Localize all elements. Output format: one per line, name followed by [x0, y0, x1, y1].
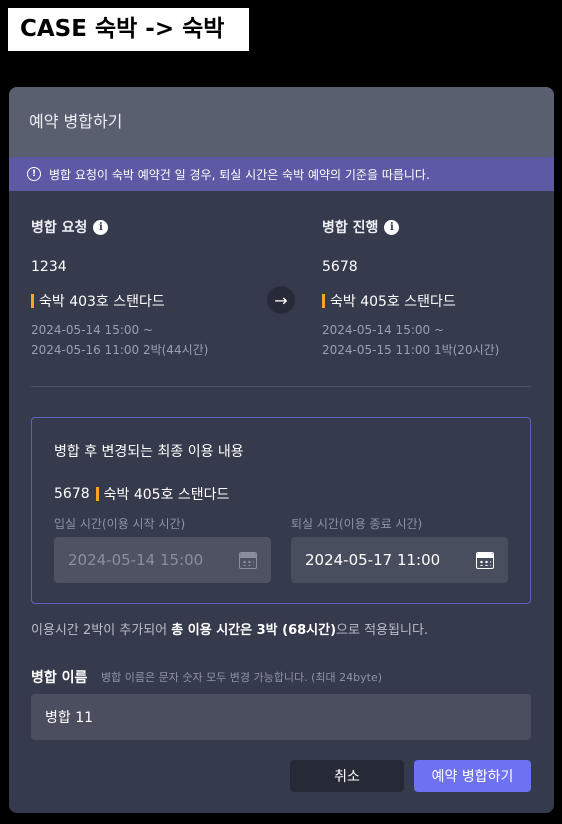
request-section-title: 병합 요청 i: [31, 217, 109, 237]
request-title-text: 병합 요청: [31, 220, 88, 236]
checkin-label: 입실 시간(이용 시작 시간): [54, 517, 186, 531]
notice-text: 병합 요청이 숙박 예약건 일 경우, 퇴실 시간은 숙박 예약의 기준을 따릅…: [49, 167, 430, 182]
divider: [31, 386, 531, 387]
info-icon[interactable]: i: [384, 219, 400, 235]
final-usage-box: 병합 후 변경되는 최종 이용 내용 5678 숙박 405호 스탠다드 입실 …: [31, 417, 531, 604]
request-dates: 2024-05-14 15:00 ~ 2024-05-16 11:00 2박(4…: [31, 320, 208, 360]
progress-section-title: 병합 진행 i: [322, 217, 400, 237]
summary-suffix: 으로 적용됩니다.: [336, 623, 429, 638]
checkout-date-field[interactable]: 2024-05-17 11:00: [291, 537, 508, 583]
progress-room: 숙박 405호 스탠다드: [322, 291, 456, 311]
progress-room-text: 숙박 405호 스탠다드: [330, 294, 456, 310]
modal-title: 예약 병합하기: [9, 87, 554, 157]
progress-date-end: 2024-05-15 11:00 1박(20시간): [322, 343, 500, 357]
merge-name-hint: 병합 이름은 문자 숫자 모두 변경 가능합니다. (최대 24byte): [101, 671, 383, 684]
progress-dates: 2024-05-14 15:00 ~ 2024-05-15 11:00 1박(2…: [322, 320, 499, 360]
request-room: 숙박 403호 스탠다드: [31, 291, 165, 311]
calendar-icon[interactable]: [476, 551, 494, 569]
checkout-label: 퇴실 시간(이용 종료 시간): [291, 517, 423, 531]
final-usage-title: 병합 후 변경되는 최종 이용 내용: [54, 444, 244, 460]
request-number: 1234: [31, 259, 67, 275]
room-marker: [31, 294, 34, 308]
request-date-end: 2024-05-16 11:00 2박(44시간): [31, 343, 209, 357]
merge-name-input[interactable]: [31, 694, 531, 740]
checkin-date-value: 2024-05-14 15:00: [68, 551, 204, 569]
room-marker: [322, 294, 325, 308]
request-room-text: 숙박 403호 스탠다드: [39, 294, 165, 310]
summary-total: 총 이용 시간은 3박 (68시간): [171, 623, 337, 638]
progress-number: 5678: [322, 259, 358, 275]
checkout-date-value: 2024-05-17 11:00: [305, 551, 441, 569]
merge-reservation-modal: 예약 병합하기 ! 병합 요청이 숙박 예약건 일 경우, 퇴실 시간은 숙박 …: [9, 87, 554, 813]
final-room: 5678 숙박 405호 스탠다드: [54, 484, 229, 504]
merge-reservation-button[interactable]: 예약 병합하기: [414, 760, 531, 792]
progress-title-text: 병합 진행: [322, 220, 379, 236]
merge-name-label: 병합 이름: [31, 670, 88, 686]
final-room-text: 숙박 405호 스탠다드: [103, 487, 230, 503]
request-date-start: 2024-05-14 15:00 ~: [31, 323, 154, 337]
notice-banner: ! 병합 요청이 숙박 예약건 일 경우, 퇴실 시간은 숙박 예약의 기준을 …: [9, 157, 554, 191]
summary-prefix: 이용시간 2박이 추가되어: [31, 623, 172, 638]
case-label: CASE 숙박 -> 숙박: [8, 8, 249, 51]
checkin-date-field: 2024-05-14 15:00: [54, 537, 271, 583]
progress-date-start: 2024-05-14 15:00 ~: [322, 323, 445, 337]
cancel-button[interactable]: 취소: [290, 760, 404, 792]
info-icon[interactable]: i: [93, 219, 109, 235]
final-number: 5678: [54, 486, 90, 502]
calendar-icon: [239, 551, 257, 569]
exclamation-icon: !: [27, 167, 41, 181]
room-marker: [95, 487, 99, 501]
usage-summary: 이용시간 2박이 추가되어 총 이용 시간은 3박 (68시간)으로 적용됩니다…: [31, 619, 428, 638]
arrow-right-icon: →: [267, 286, 295, 314]
